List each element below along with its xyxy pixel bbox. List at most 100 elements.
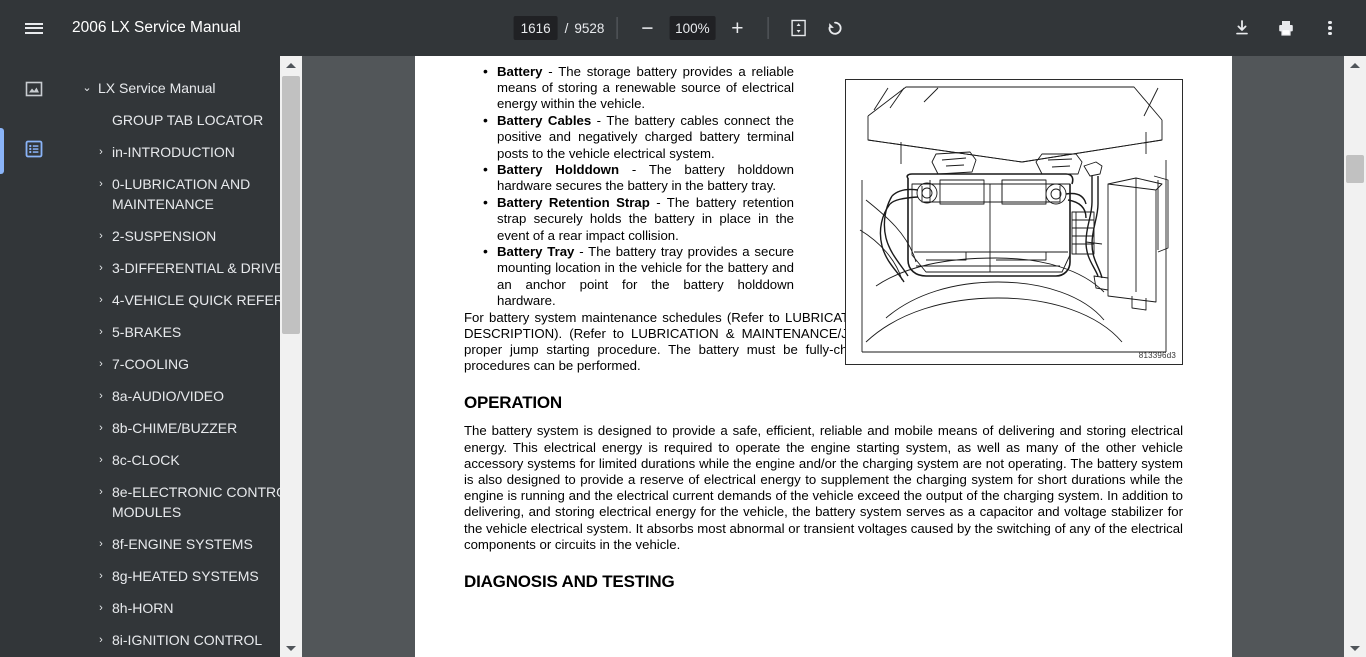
chevron-right-icon[interactable]: ›	[90, 354, 112, 374]
sidebar-tab-outline[interactable]	[20, 137, 48, 165]
document-content: 813396d3 Battery - The storage battery p…	[415, 63, 1232, 592]
page-separator: /	[564, 20, 569, 36]
battery-location-figure: 813396d3	[845, 79, 1183, 365]
page-navigation-controls: / 9528 − +	[513, 10, 853, 46]
pdf-page: 813396d3 Battery - The storage battery p…	[415, 56, 1232, 657]
chevron-right-icon[interactable]: ›	[90, 290, 112, 310]
component-term: Battery Holddown	[497, 162, 619, 178]
viewer-scrollbar-thumb[interactable]	[1346, 155, 1364, 183]
outline-item-label: 7-COOLING	[112, 356, 190, 372]
toolbar-divider-1	[616, 17, 618, 39]
outline-item-label: 4-VEHICLE QUICK REFERENCE	[112, 292, 302, 308]
outline-item-label: 8a-AUDIO/VIDEO	[112, 388, 225, 404]
viewer-scroll-up-button[interactable]	[1344, 56, 1366, 74]
zoom-level-input[interactable]	[669, 16, 716, 40]
page-title: 2006 LX Service Manual	[72, 19, 241, 36]
hamburger-menu-icon[interactable]	[16, 10, 52, 46]
chevron-right-icon[interactable]: ›	[90, 386, 112, 406]
zoom-out-button[interactable]: −	[629, 10, 665, 46]
outline-item-label: GROUP TAB LOCATOR	[112, 112, 264, 128]
outline-item-label: 8g-HEATED SYSTEMS	[112, 568, 259, 584]
chevron-up-icon	[1350, 62, 1360, 68]
component-term: Battery Retention Strap	[497, 195, 650, 211]
outline-item-8b-chime-buzzer[interactable]: › 8b-CHIME/BUZZER	[68, 412, 302, 444]
heading-operation: OPERATION	[464, 393, 563, 413]
viewer-scrollbar[interactable]	[1344, 56, 1366, 657]
outline-item-label: 8h-HORN	[112, 600, 174, 616]
thumbnail-icon	[22, 77, 46, 106]
download-icon[interactable]	[1224, 10, 1260, 46]
sidebar: ⌄ LX Service Manual GROUP TAB LOCATOR › in-I…	[0, 56, 302, 657]
outline-panel: ⌄ LX Service Manual GROUP TAB LOCATOR › in-I…	[68, 56, 302, 657]
outline-item-8i-ignition-control[interactable]: › 8i-IGNITION CONTROL	[68, 624, 302, 656]
outline-item-3-differential-driveline[interactable]: › 3-DIFFERENTIAL & DRIVELINE	[68, 252, 302, 284]
operation-paragraph: The battery system is designed to provid…	[464, 423, 1183, 552]
component-list-item: Battery Retention Strap - The battery re…	[464, 194, 794, 244]
outline-item-label: 0-LUBRICATION AND MAINTENANCE	[112, 176, 251, 212]
chevron-right-icon[interactable]: ›	[90, 174, 112, 194]
chevron-right-icon[interactable]: ›	[90, 630, 112, 650]
intro-block: 813396d3 Battery - The storage battery p…	[464, 63, 1183, 365]
outline-item-label: 8b-CHIME/BUZZER	[112, 420, 238, 436]
sidebar-tab-thumbnails[interactable]	[20, 77, 48, 105]
outline-item-5-brakes[interactable]: › 5-BRAKES	[68, 316, 302, 348]
fit-to-page-icon[interactable]	[780, 10, 816, 46]
outline-item-label: 3-DIFFERENTIAL & DRIVELINE	[112, 260, 302, 276]
toolbar-divider-2	[767, 17, 769, 39]
sidebar-scrollbar[interactable]	[280, 56, 302, 657]
chevron-right-icon[interactable]: ›	[90, 142, 112, 162]
outline-tree: ⌄ LX Service Manual GROUP TAB LOCATOR › in-I…	[68, 56, 302, 656]
chevron-right-icon[interactable]: ›	[90, 418, 112, 438]
chevron-up-icon	[286, 62, 296, 68]
outline-item-label: in-INTRODUCTION	[112, 144, 235, 160]
outline-item-8c-clock[interactable]: › 8c-CLOCK	[68, 444, 302, 476]
chevron-right-icon[interactable]: ›	[90, 598, 112, 618]
component-list-item: Battery Cables - The battery cables conn…	[464, 112, 794, 162]
outline-item-0-lubrication-and-maintenance[interactable]: › 0-LUBRICATION AND MAINTENANCE	[68, 168, 302, 220]
outline-item-8g-heated-systems[interactable]: › 8g-HEATED SYSTEMS	[68, 560, 302, 592]
outline-item-7-cooling[interactable]: › 7-COOLING	[68, 348, 302, 380]
sidebar-scroll-up-button[interactable]	[280, 56, 302, 74]
outline-item-group-tab-locator[interactable]: GROUP TAB LOCATOR	[68, 104, 302, 136]
outline-item-8h-horn[interactable]: › 8h-HORN	[68, 592, 302, 624]
chevron-down-icon[interactable]: ⌄	[76, 78, 98, 98]
sidebar-icon-rail	[0, 56, 68, 657]
battery-illustration	[859, 86, 1169, 353]
outline-item-label: 8e-ELECTRONIC CONTROL MODULES	[112, 484, 295, 520]
outline-item-lx-service-manual[interactable]: ⌄ LX Service Manual	[68, 72, 302, 104]
print-icon[interactable]	[1268, 10, 1304, 46]
component-term: Battery Cables	[497, 113, 592, 129]
outline-item-2-suspension[interactable]: › 2-SUSPENSION	[68, 220, 302, 252]
outline-item-label: 8f-ENGINE SYSTEMS	[112, 536, 253, 552]
outline-item-in-introduction[interactable]: › in-INTRODUCTION	[68, 136, 302, 168]
viewer-scroll-down-button[interactable]	[1344, 639, 1366, 657]
outline-item-label: LX Service Manual	[98, 80, 216, 96]
zoom-in-button[interactable]: +	[719, 10, 755, 46]
outline-item-label: 5-BRAKES	[112, 324, 182, 340]
rotate-counterclockwise-icon[interactable]	[816, 10, 852, 46]
figure-code: 813396d3	[1138, 351, 1176, 360]
outline-item-label: 2-SUSPENSION	[112, 228, 217, 244]
sidebar-scroll-down-button[interactable]	[280, 639, 302, 657]
pdf-viewer[interactable]: 813396d3 Battery - The storage battery p…	[302, 56, 1366, 657]
chevron-right-icon[interactable]: ›	[90, 482, 112, 502]
component-description: - The storage battery provides a reliabl…	[497, 64, 794, 112]
chevron-right-icon[interactable]: ›	[90, 226, 112, 246]
chevron-right-icon[interactable]: ›	[90, 566, 112, 586]
sidebar-scrollbar-thumb[interactable]	[282, 76, 300, 334]
chevron-right-icon[interactable]: ›	[90, 258, 112, 278]
toolbar-actions	[1216, 10, 1366, 46]
outline-item-4-vehicle-quick-reference[interactable]: › 4-VEHICLE QUICK REFERENCE	[68, 284, 302, 316]
chevron-right-icon[interactable]: ›	[90, 322, 112, 342]
chevron-right-icon[interactable]: ›	[90, 450, 112, 470]
chevron-right-icon[interactable]: ›	[90, 534, 112, 554]
document-outline-icon	[22, 137, 46, 166]
component-term: Battery	[497, 64, 543, 79]
more-options-icon[interactable]	[1312, 10, 1348, 46]
outline-item-8f-engine-systems[interactable]: › 8f-ENGINE SYSTEMS	[68, 528, 302, 560]
chevron-down-icon	[286, 645, 296, 651]
page-number-input[interactable]	[513, 16, 558, 40]
outline-item-8e-electronic-control-modules[interactable]: › 8e-ELECTRONIC CONTROL MODULES	[68, 476, 302, 528]
outline-item-label: 8i-IGNITION CONTROL	[112, 632, 263, 648]
outline-item-8a-audio-video[interactable]: › 8a-AUDIO/VIDEO	[68, 380, 302, 412]
